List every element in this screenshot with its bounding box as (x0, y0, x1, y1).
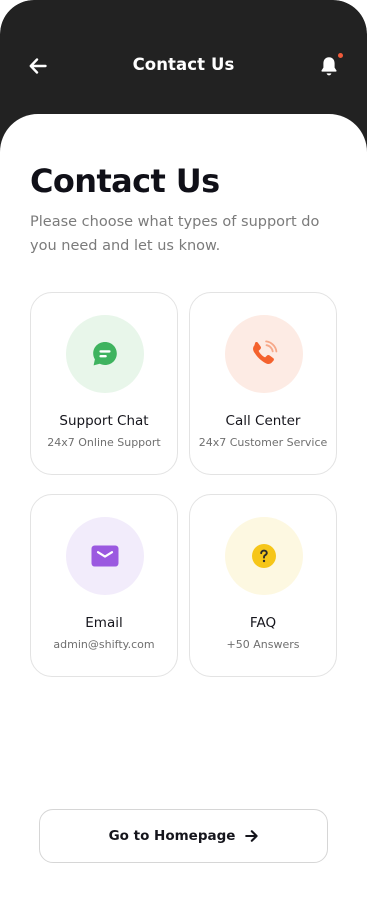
card-title: Support Chat (59, 413, 149, 429)
notification-dot (338, 53, 343, 58)
page-subtitle: Please choose what types of support do y… (30, 214, 320, 254)
chat-bubble-icon (93, 342, 117, 366)
card-subtitle: +50 Answers (226, 638, 300, 651)
card-title: FAQ (249, 615, 277, 631)
email-icon-circle (66, 517, 144, 595)
phone-icon (253, 340, 278, 364)
go-to-homepage-label: Go to Homepage (108, 828, 236, 844)
arrow-right-icon (245, 830, 259, 842)
card-subtitle: 24x7 Customer Service (198, 436, 328, 449)
support-chat-card[interactable]: Support Chat 24x7 Online Support (30, 292, 178, 475)
top-bar-row: Contact Us (0, 46, 367, 86)
faq-card[interactable]: FAQ +50 Answers (189, 494, 337, 677)
email-card[interactable]: Email admin@shifty.com (30, 494, 178, 677)
support-chat-icon-circle (66, 315, 144, 393)
content-sheet: Contact Us Please choose what types of s… (0, 114, 367, 900)
card-subtitle: 24x7 Online Support (47, 436, 161, 449)
call-center-icon-circle (225, 315, 303, 393)
notifications-button[interactable] (312, 50, 346, 82)
page-title: Contact Us (30, 162, 220, 200)
go-to-homepage-button[interactable]: Go to Homepage (39, 809, 328, 863)
card-title: Call Center (225, 413, 301, 429)
call-center-card[interactable]: Call Center 24x7 Customer Service (189, 292, 337, 475)
contact-us-screen: Contact Us Contact Us Please choose what… (0, 0, 367, 900)
envelope-icon (91, 545, 119, 567)
card-title: Email (85, 615, 123, 631)
faq-icon-circle (225, 517, 303, 595)
bell-icon (321, 57, 337, 76)
card-subtitle: admin@shifty.com (53, 638, 155, 651)
question-icon (252, 544, 276, 568)
